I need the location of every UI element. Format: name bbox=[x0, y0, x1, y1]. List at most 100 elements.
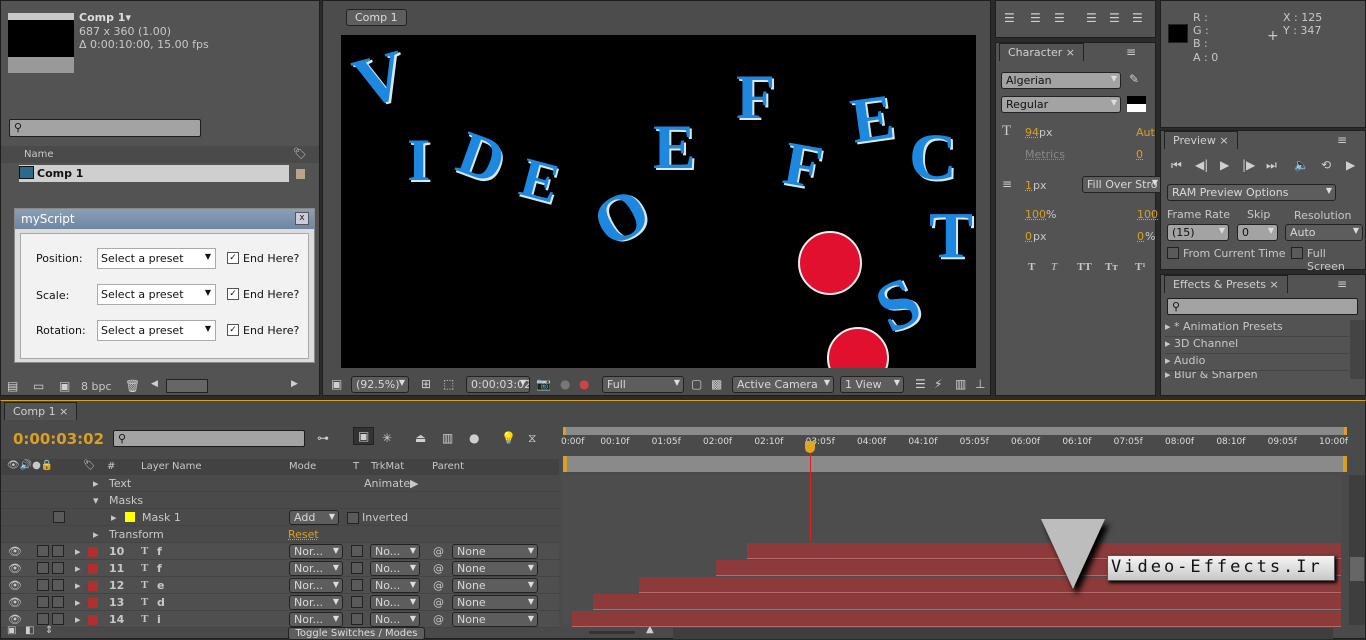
previous-frame-icon[interactable]: ◀| bbox=[1195, 158, 1208, 172]
brainstorm-icon[interactable]: ● bbox=[469, 431, 479, 445]
layer-name[interactable]: e bbox=[157, 579, 164, 592]
layer-name[interactable]: i bbox=[157, 613, 161, 626]
lock-toggle[interactable] bbox=[52, 596, 64, 608]
vertical-scale-value[interactable]: 100 bbox=[1025, 208, 1046, 221]
small-caps-button[interactable]: Tт bbox=[1105, 261, 1118, 273]
stroke-width-value[interactable]: 1 bbox=[1025, 179, 1032, 192]
animate-arrow-icon[interactable]: ▶ bbox=[410, 477, 418, 490]
fast-previews-icon[interactable]: ⚡ bbox=[934, 377, 942, 391]
auto-keyframe-icon[interactable]: ⧖ bbox=[528, 431, 536, 446]
expand-arrow-icon[interactable]: ▸ bbox=[75, 562, 81, 575]
label-color[interactable] bbox=[88, 547, 98, 557]
layer-row[interactable]: 👁 ▸ 10 Tf Nor... No... @ None bbox=[1, 543, 559, 560]
lock-toggle[interactable] bbox=[52, 562, 64, 574]
eye-icon[interactable]: 👁 bbox=[8, 579, 22, 592]
blend-mode-dropdown[interactable]: Nor... bbox=[289, 595, 343, 610]
dialog-titlebar[interactable]: myScript x bbox=[15, 209, 314, 229]
bit-depth[interactable]: 8 bpc bbox=[81, 380, 112, 393]
resolution-dropdown[interactable]: Auto bbox=[1285, 224, 1363, 241]
horizontal-scrollbar[interactable] bbox=[166, 379, 208, 393]
animate-button[interactable]: Animate: bbox=[364, 477, 414, 490]
justify-center-icon[interactable]: ☰ bbox=[1109, 11, 1120, 25]
layer-name[interactable]: f bbox=[157, 545, 162, 558]
resolution-dropdown[interactable]: Full bbox=[602, 376, 684, 393]
baseline-shift-value[interactable]: 0 bbox=[1025, 230, 1032, 243]
new-folder-icon[interactable]: ▭ bbox=[33, 379, 44, 393]
grid-guides-icon[interactable]: ⊞ bbox=[421, 377, 431, 391]
project-search-input[interactable]: ⚲ bbox=[9, 119, 201, 137]
effects-search-input[interactable]: ⚲ bbox=[1167, 298, 1358, 315]
rotation-select[interactable]: Select a preset ▼ bbox=[97, 320, 216, 341]
last-frame-icon[interactable]: ⏭ bbox=[1266, 158, 1277, 173]
track-matte-dropdown[interactable]: No... bbox=[370, 578, 420, 593]
position-end-checkbox[interactable]: ✓ bbox=[227, 252, 239, 264]
toggle-switches-modes-button[interactable]: Toggle Switches / Modes bbox=[288, 627, 425, 640]
label-color[interactable] bbox=[88, 615, 98, 625]
trash-icon[interactable]: 🗑 bbox=[125, 379, 140, 393]
first-frame-icon[interactable]: ⏮ bbox=[1171, 158, 1182, 173]
column-layer-name[interactable]: Layer Name bbox=[141, 461, 202, 472]
solo-toggle[interactable] bbox=[37, 596, 49, 608]
always-preview-icon[interactable]: ▣ bbox=[331, 377, 342, 391]
skip-dropdown[interactable]: 0 bbox=[1237, 224, 1278, 241]
justify-all-icon[interactable]: ☰ bbox=[1132, 11, 1143, 25]
column-name[interactable]: Name bbox=[24, 149, 54, 160]
parent-pickwhip-icon[interactable]: @ bbox=[433, 562, 444, 575]
effects-item[interactable]: ▸ 3D Channel bbox=[1165, 337, 1349, 354]
track-matte-dropdown[interactable]: No... bbox=[370, 595, 420, 610]
parent-dropdown[interactable]: None bbox=[452, 544, 538, 559]
mask-mode-dropdown[interactable]: Add bbox=[289, 510, 339, 525]
justify-left-icon[interactable]: ☰ bbox=[1086, 11, 1097, 25]
preserve-transparency-toggle[interactable] bbox=[351, 545, 363, 557]
layer-row[interactable]: 👁 ▸ 13 Td Nor... No... @ None bbox=[1, 594, 559, 611]
font-size-value[interactable]: 94 bbox=[1025, 126, 1039, 139]
blend-mode-dropdown[interactable]: Nor... bbox=[289, 544, 343, 559]
transparency-grid-icon[interactable]: ▩ bbox=[711, 377, 722, 391]
label-color[interactable] bbox=[88, 564, 98, 574]
viewer-timecode[interactable]: 0:00:03:02 bbox=[466, 376, 530, 393]
snapshot-camera-icon[interactable]: 📷 bbox=[536, 377, 551, 391]
graph-editor-icon[interactable]: 💡 bbox=[501, 431, 516, 445]
parent-dropdown[interactable]: None bbox=[452, 578, 538, 593]
effects-tab[interactable]: Effects & Presets × bbox=[1164, 275, 1288, 293]
parent-pickwhip-icon[interactable]: @ bbox=[433, 596, 444, 609]
mask-color-swatch[interactable] bbox=[125, 512, 135, 522]
kerning-value[interactable]: Metrics bbox=[1025, 148, 1065, 161]
expand-arrow-icon[interactable]: ▸ bbox=[75, 579, 81, 592]
eye-icon[interactable]: 👁 bbox=[8, 545, 22, 558]
parent-dropdown[interactable]: None bbox=[452, 612, 538, 627]
effects-item[interactable]: ▸ Audio bbox=[1165, 354, 1349, 371]
loop-icon[interactable]: ⟲ bbox=[1321, 158, 1331, 172]
layer-name[interactable]: f bbox=[157, 562, 162, 575]
transform-reset-link[interactable]: Reset bbox=[288, 528, 319, 541]
zoom-slider[interactable] bbox=[589, 631, 635, 634]
timeline-icon[interactable]: ▥ bbox=[955, 377, 966, 391]
interpret-footage-icon[interactable]: ▤ bbox=[7, 379, 18, 393]
effects-scrollbar[interactable] bbox=[1350, 320, 1365, 379]
faux-bold-button[interactable]: T bbox=[1028, 261, 1035, 273]
toggle-pixel-aspect-icon[interactable]: ☰ bbox=[915, 377, 926, 391]
view-layout-dropdown[interactable]: 1 View bbox=[840, 376, 904, 393]
property-mask-1[interactable]: ▸ Mask 1 Add Inverted bbox=[1, 509, 559, 526]
play-icon[interactable]: ▶ bbox=[1220, 158, 1229, 172]
draft-3d-icon[interactable]: ▣ bbox=[353, 427, 375, 445]
property-text[interactable]: ▸ Text Animate: ▶ bbox=[1, 475, 559, 492]
faux-italic-button[interactable]: T bbox=[1051, 261, 1057, 273]
lock-toggle[interactable] bbox=[52, 579, 64, 591]
label-color[interactable] bbox=[88, 581, 98, 591]
transfer-controls-icon[interactable]: ◧ bbox=[25, 625, 34, 636]
blend-mode-dropdown[interactable]: Nor... bbox=[289, 561, 343, 576]
all-caps-button[interactable]: TT bbox=[1077, 261, 1092, 273]
panel-menu-icon[interactable]: ≡ bbox=[1337, 133, 1347, 147]
solo-toggle[interactable] bbox=[37, 562, 49, 574]
scroll-right-icon[interactable]: ▶ bbox=[291, 379, 298, 389]
mask-lock-toggle[interactable] bbox=[53, 511, 65, 523]
layer-row[interactable]: 👁 ▸ 11 Tf Nor... No... @ None bbox=[1, 560, 559, 577]
position-select[interactable]: Select a preset ▼ bbox=[97, 248, 216, 269]
track-matte-dropdown[interactable]: No... bbox=[370, 612, 420, 627]
viewer-comp-tab[interactable]: Comp 1 bbox=[346, 9, 407, 26]
parent-dropdown[interactable]: None bbox=[452, 595, 538, 610]
property-transform[interactable]: ▸ Transform Reset bbox=[1, 526, 559, 543]
layer-row[interactable]: 👁 ▸ 12 Te Nor... No... @ None bbox=[1, 577, 559, 594]
superscript-button[interactable]: T¹ bbox=[1135, 261, 1146, 273]
